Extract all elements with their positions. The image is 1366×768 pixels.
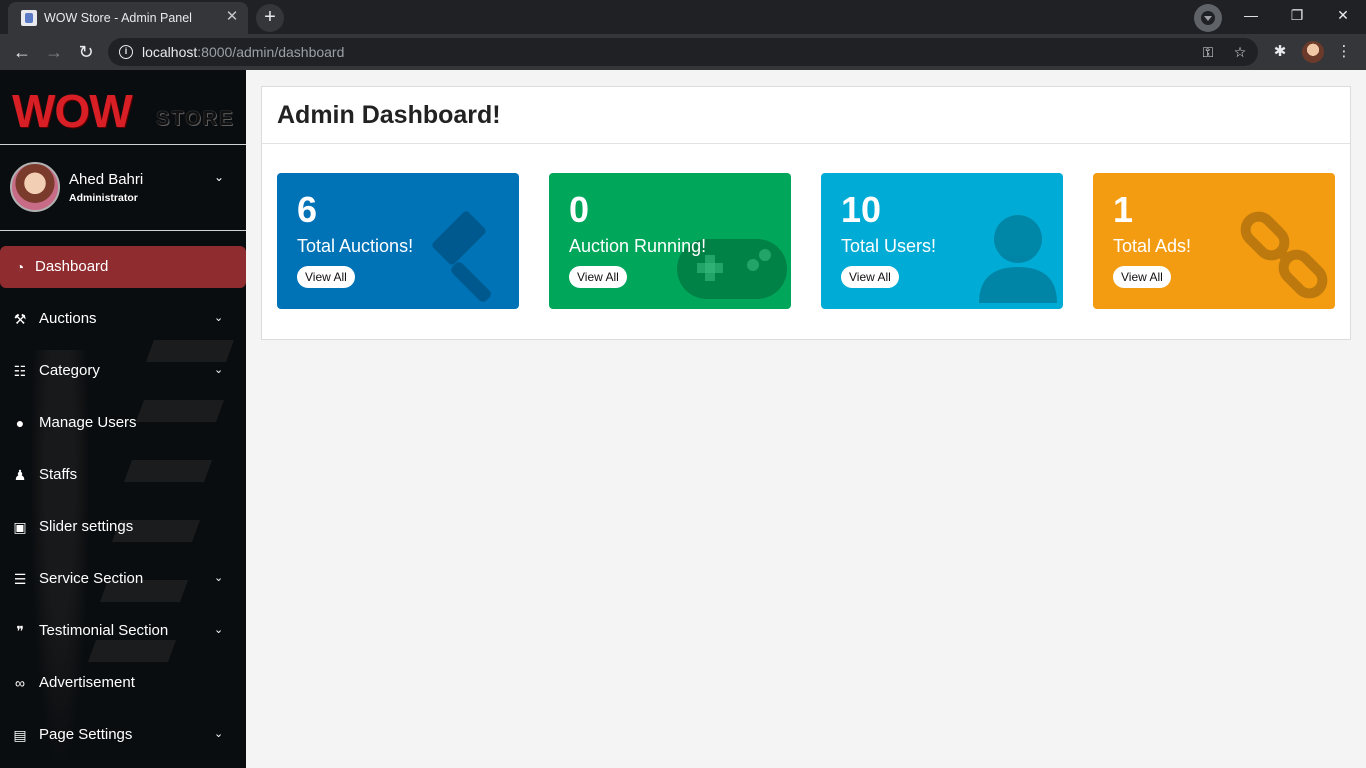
back-arrow-icon[interactable]: ← [8,38,36,66]
info-icon[interactable]: i [119,45,133,59]
logo-subtitle: STORE [156,108,235,130]
sidebar-item-testimonial-section[interactable]: ❞ Testimonial Section ⌄ [0,610,246,652]
stat-card-running: 0 Auction Running! View All [549,173,791,309]
url-text[interactable]: localhost:8000/admin/dashboard [142,44,344,60]
view-all-button[interactable]: View All [297,266,355,288]
address-bar[interactable]: i localhost:8000/admin/dashboard ⚿ ☆ [108,38,1258,66]
stat-label: Auction Running! [569,236,707,256]
sitemap-icon: ☷ [13,363,27,379]
user-role: Administrator [69,192,138,204]
sidebar-item-page-settings[interactable]: ▤ Page Settings ⌄ [0,714,246,756]
sidebar-item-label: Page Settings [39,726,133,743]
reload-icon[interactable]: ↻ [72,38,100,66]
chevron-down-icon[interactable]: ⌄ [214,170,224,184]
tachometer-icon: ◔ [15,259,25,275]
browser-toolbar: ← → ↻ i localhost:8000/admin/dashboard ⚿… [0,34,1366,70]
quote-icon: ❞ [16,623,24,639]
url-path: :8000/admin/dashboard [197,44,345,60]
sidebar-item-label: Service Section [39,570,144,587]
stat-value: 10 [841,189,882,230]
divider [0,230,246,231]
minimize-button[interactable]: — [1228,0,1274,30]
link-icon [1240,211,1328,299]
close-window-button[interactable]: ✕ [1320,0,1366,30]
stat-label: Total Users! [841,236,937,256]
chevron-down-icon: ⌄ [214,728,224,740]
user-icon: ● [15,415,25,431]
sidebar-item-advertisement[interactable]: ∞ Advertisement [0,662,246,704]
dashboard-panel: Admin Dashboard! 6 Total Auctions! View … [261,86,1351,340]
star-icon[interactable]: ☆ [1230,42,1250,62]
sidebar-item-label: Dashboard [35,258,109,275]
stat-label: Total Ads! [1113,236,1192,256]
sidebar-item-slider-settings[interactable]: ▣ Slider settings [0,506,246,548]
sidebar-item-category[interactable]: ☷ Category ⌄ [0,350,246,392]
sidebar: WOW STORE Ahed Bahri Administrator ⌄ ◔ Da… [0,70,246,768]
stat-value: 1 [1113,189,1134,230]
stat-label: Total Auctions! [297,236,414,256]
stat-value: 6 [297,189,318,230]
chevron-down-icon: ⌄ [214,312,224,324]
sidebar-item-label: Auctions [39,310,97,327]
tab-title: WOW Store - Admin Panel [44,11,192,25]
sidebar-item-label: Category [39,362,100,379]
stat-card-ads: 1 Total Ads! View All [1093,173,1335,309]
view-all-button[interactable]: View All [841,266,899,288]
sidebar-item-staffs[interactable]: ♟ Staffs [0,454,246,496]
profile-avatar[interactable] [1302,41,1324,63]
browser-tabstrip: WOW Store - Admin Panel ✕ + — ❐ ✕ [0,0,1366,34]
divider [0,144,246,145]
stat-card-users: 10 Total Users! View All [821,173,1063,309]
divider [262,143,1350,144]
key-icon[interactable]: ⚿ [1198,42,1218,62]
browser-tab[interactable]: WOW Store - Admin Panel ✕ [8,2,248,34]
sidebar-item-label: Testimonial Section [39,622,169,639]
restore-button[interactable]: ❐ [1274,0,1320,30]
sidebar-item-auctions[interactable]: ⚒ Auctions ⌄ [0,298,246,340]
gavel-icon [432,211,491,302]
chevron-down-icon: ⌄ [214,572,224,584]
tab-close-icon[interactable]: ✕ [224,9,240,25]
chevron-down-icon: ⌄ [214,364,224,376]
user-icon [979,215,1057,303]
page-title: Admin Dashboard! [277,101,501,129]
sidebar-item-label: Manage Users [39,414,137,431]
logo-wordmark: WOW [12,85,133,137]
tab-search-icon[interactable] [1194,4,1222,32]
file-code-icon: ▤ [13,727,27,743]
new-tab-button[interactable]: + [256,4,284,32]
sidebar-item-service-section[interactable]: ☰ Service Section ⌄ [0,558,246,600]
image-icon: ▣ [13,519,27,535]
stat-card-auctions: 6 Total Auctions! View All [277,173,519,309]
menu-icon[interactable]: ⋮ [1332,40,1356,64]
stat-value: 0 [569,189,590,230]
user-secret-icon: ♟ [13,467,27,483]
sidebar-item-dashboard[interactable]: ◔ Dashboard [0,246,246,288]
link-icon: ∞ [15,675,25,691]
extensions-icon[interactable]: ✱ [1268,40,1292,64]
user-name[interactable]: Ahed Bahri [69,171,143,188]
logo[interactable]: WOW STORE [12,84,235,137]
gavel-icon: ⚒ [13,311,27,327]
sidebar-item-label: Staffs [39,466,78,483]
sidebar-item-label: Advertisement [39,674,135,691]
favicon-icon [21,10,37,26]
view-all-button[interactable]: View All [1113,266,1171,288]
avatar [10,162,60,212]
chevron-down-icon: ⌄ [214,624,224,636]
page: WOW STORE Ahed Bahri Administrator ⌄ ◔ Da… [0,70,1366,768]
forward-arrow-icon[interactable]: → [40,38,68,66]
list-icon: ☰ [13,571,27,587]
view-all-button[interactable]: View All [569,266,627,288]
sidebar-item-manage-users[interactable]: ● Manage Users [0,402,246,444]
sidebar-item-label: Slider settings [39,518,134,535]
url-host: localhost [142,44,198,60]
